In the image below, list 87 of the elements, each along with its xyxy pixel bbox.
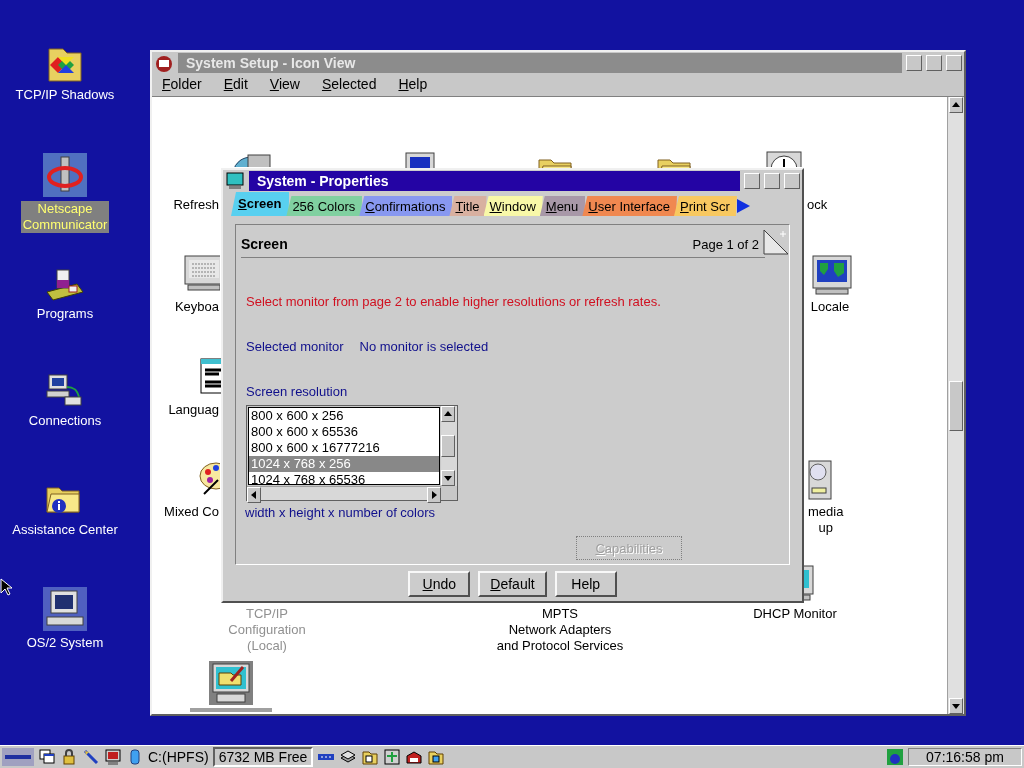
maximize-button[interactable] [946,55,962,71]
list-item[interactable]: 800 x 600 x 65536 [249,424,439,440]
dialog-button[interactable]: Default [478,571,547,597]
page-number: Page 1 of 2 [692,236,759,252]
tab[interactable]: Menu [539,196,586,216]
folder-icon [45,45,85,83]
icon-label[interactable]: TCP/IP Shadows [13,87,117,103]
arrow-icon [952,702,960,710]
arrow-icon [430,491,438,499]
programs-icon [45,266,85,302]
scroll-right-button[interactable] [427,487,441,503]
monitor-icon [225,172,245,190]
icon-label[interactable]: Programs [34,306,96,322]
page-corner-icon [763,229,789,255]
free-space-field: 6732 MB Free [212,747,314,767]
system-icon [154,54,174,72]
icon-label[interactable]: ock [807,197,828,213]
maximize-button[interactable] [784,173,800,189]
hide-button[interactable] [906,55,922,71]
scroll-thumb[interactable] [441,435,455,457]
tab[interactable]: Confirmations [359,196,453,216]
lock-icon [60,748,78,766]
menu-item[interactable]: Folder [162,76,202,92]
menu-item[interactable]: View [269,76,300,92]
icon-label[interactable]: OS/2 System [24,635,106,651]
list-item[interactable]: 1024 x 768 x 256 [249,456,439,472]
menu-item[interactable]: Edit [223,76,248,92]
icon-label[interactable]: Mixed Co [164,504,219,520]
drive-label: C:(HPFS) [148,749,209,765]
dialog-title: System - Properties [249,171,740,191]
resolution-list[interactable]: 800 x 600 x 256 800 x 600 x 65536 800 x 600 x 16777216 1024 x 768 x 256 1024 x 768 x 65536 [246,405,458,501]
icon-label[interactable]: DHCP Monitor [753,606,837,622]
editor-icon [209,661,253,705]
arrow-icon [444,474,452,482]
icon-label[interactable]: media up [808,504,844,536]
restore-button[interactable] [926,55,942,71]
tab[interactable]: Title [449,196,487,216]
icon-label[interactable]: Netscape Communicator [20,201,110,233]
icon-label[interactable]: MPTS Network Adapters and Protocol Services [496,606,624,654]
warning-text: Select monitor from page 2 to enable higher resolutions or refresh rates. [246,294,662,309]
tab[interactable]: User Interface [582,196,677,216]
dialog-button[interactable]: Undo [408,571,471,597]
clock: 07:16:58 pm [908,748,1022,766]
scroll-down-button[interactable] [949,698,963,714]
computers-icon [45,373,85,409]
cursor-icon [0,578,12,596]
scroll-thumb[interactable] [949,380,963,431]
icon-label[interactable]: Locale [810,299,850,315]
scroll-down-button[interactable] [441,470,455,486]
tab[interactable]: Window [483,196,543,216]
restore-button[interactable] [764,173,780,189]
scroll-left-button[interactable] [247,487,261,503]
hide-button[interactable] [744,173,760,189]
scroll-up-button[interactable] [949,97,963,113]
tab[interactable]: Print Scr [674,196,737,216]
menu-item[interactable]: Help [398,76,428,92]
tab[interactable]: 256 Colors [286,196,363,216]
dialog-button[interactable]: Help [554,571,617,597]
monitor-value: No monitor is selected [359,339,489,354]
hint-text: width x height x number of colors [245,505,437,520]
icon-label[interactable]: Keyboa [174,299,219,315]
scrollbar[interactable] [947,97,964,714]
computer-icon [43,587,87,631]
icon-label[interactable]: Refresh [173,197,219,213]
wand-icon [82,748,100,766]
ring-icon [43,153,87,197]
list-item[interactable]: 800 x 600 x 256 [249,408,439,424]
letters-icon [200,358,221,394]
globe-icon [812,255,852,295]
arrow-icon [250,491,258,499]
menu-item[interactable]: Selected [321,76,377,92]
tab[interactable]: Screen [231,192,290,216]
icon-label[interactable]: Connections [26,413,104,429]
icon-label[interactable]: Languag [168,402,219,418]
arrow-icon [952,101,960,109]
list-item[interactable]: 1024 x 768 x 65536 [249,472,439,484]
folder-icon [427,748,446,766]
cd-player-icon [808,460,832,500]
scroll-up-button[interactable] [441,406,455,422]
window-title: System Setup - Icon View [178,53,902,73]
monitor-label: Selected monitor [246,339,344,354]
list-item[interactable]: 800 x 600 x 16777216 [249,440,439,456]
arrow-icon [444,410,452,418]
page-title: Screen [241,236,289,252]
logo-icon [2,748,34,766]
resolution-label: Screen resolution [246,384,349,399]
icon-label[interactable]: Assistance Center [10,522,120,538]
